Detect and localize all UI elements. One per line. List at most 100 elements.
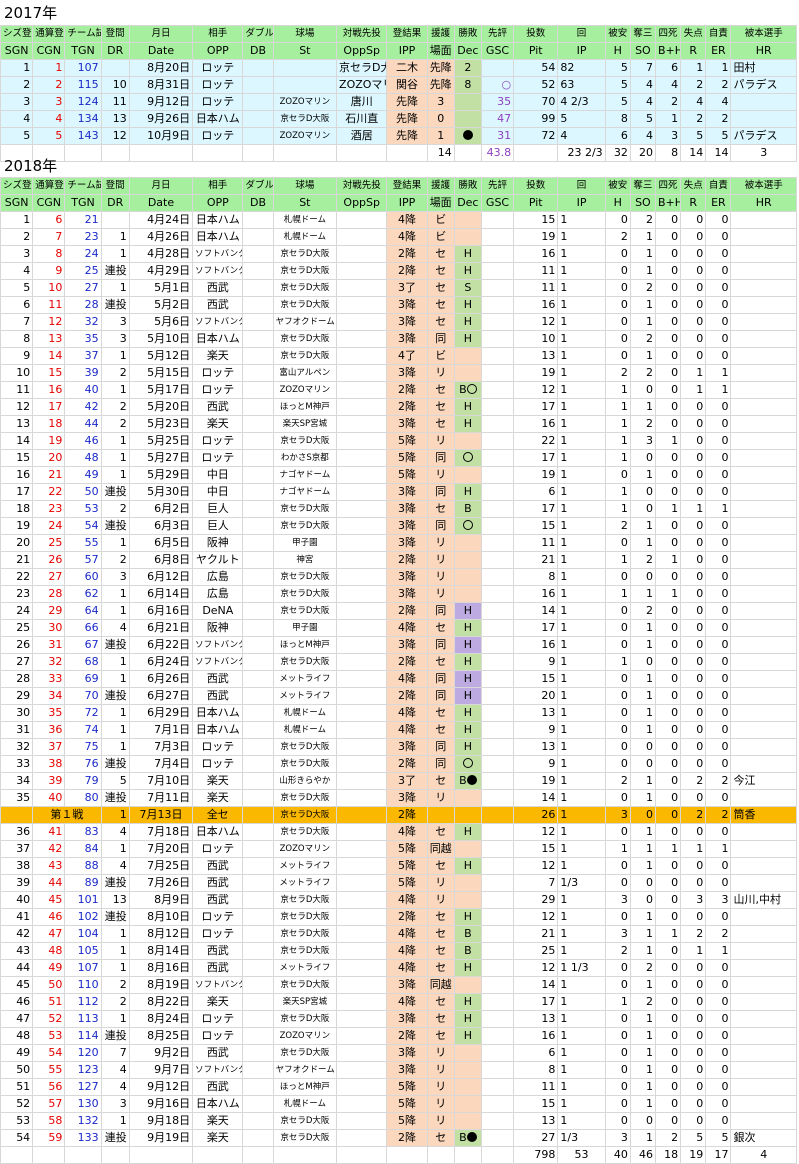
col-header-opp-sp: OppSp xyxy=(336,194,388,212)
cell-stadium: 京セラD大阪 xyxy=(272,806,338,824)
cell-gsc xyxy=(480,704,515,722)
cell-situation: 同 xyxy=(426,670,455,688)
cell-decision: H xyxy=(453,602,482,620)
cell-stadium: ほっとM神戸 xyxy=(272,398,338,416)
cell-db xyxy=(242,517,274,535)
cell-cgn: 21 xyxy=(32,466,66,484)
cell-situation: ビ xyxy=(426,228,455,246)
game-row: 18 23 53 2 6月2日 巨人 京セラD大阪 3降セ B 17 1 1 0 1 1 1 xyxy=(0,500,797,518)
cell-earned-runs: 2 xyxy=(705,76,732,94)
section-title-2018: 2018年 xyxy=(4,157,58,175)
cell-gsc xyxy=(480,364,515,382)
cell-dr: 12 xyxy=(100,127,130,145)
col-header-jp-runs: 失点 xyxy=(680,177,707,195)
col-header-pitches: Pit xyxy=(513,42,559,60)
cell-decision xyxy=(453,1061,482,1079)
cell-gsc xyxy=(480,1129,515,1147)
cell-gsc xyxy=(480,1078,515,1096)
cell-opp: 日本ハム xyxy=(192,721,244,739)
cell-situation: セ xyxy=(426,925,455,943)
cell-strikeouts: 1 xyxy=(629,721,656,739)
cell-pitches: 17 xyxy=(513,619,559,637)
col-header-jp-earned-runs: 自責 xyxy=(705,25,732,43)
cell-runs: 5 xyxy=(680,127,707,145)
cell-date: 8月22日 xyxy=(128,993,194,1011)
cell-earned-runs: 0 xyxy=(705,262,732,280)
cell-opp: 西武 xyxy=(192,296,244,314)
cell-hits: 1 xyxy=(604,432,631,450)
cell-tgn: 101 xyxy=(64,891,102,909)
cell-tgn: 132 xyxy=(64,1112,102,1130)
cell-cgn: 44 xyxy=(32,874,66,892)
cell-ipp: 2降 xyxy=(386,755,428,773)
total-walks: 18 xyxy=(654,1146,682,1164)
cell-db xyxy=(242,908,274,926)
col-header-decision: Dec xyxy=(453,194,482,212)
cell-ipp: 5降 xyxy=(386,432,428,450)
empty-cell xyxy=(64,144,102,162)
cell-date: 5月30日 xyxy=(128,483,194,501)
cell-pitches: 27 xyxy=(513,1129,559,1147)
cell-walks: 0 xyxy=(654,653,682,671)
cell-cgn: 40 xyxy=(32,789,66,807)
game-row: 5 5 143 12 10月9日 ロッテ ZOZOマリン 酒居 先降 1 31 72 4 6 4 3 5 5 パラデ… xyxy=(0,127,797,145)
cell-gsc xyxy=(480,806,515,824)
cell-earned-runs: 0 xyxy=(705,1044,732,1062)
cell-decision xyxy=(453,551,482,569)
cell-decision xyxy=(453,127,482,145)
game-row: 47 52 113 1 8月24日 ロッテ 京セラD大阪 3降セ H 13 1 0 1 0 0 0 xyxy=(0,1010,797,1028)
cell-earned-runs: 2 xyxy=(705,772,732,790)
col-header-jp-pitches: 投数 xyxy=(513,25,559,43)
cell-date: 8月24日 xyxy=(128,1010,194,1028)
cell-date: 9月19日 xyxy=(128,1129,194,1147)
cell-strikeouts: 2 xyxy=(629,364,656,382)
cell-opp: ソフトバンク xyxy=(192,1061,244,1079)
cell-strikeouts: 2 xyxy=(629,993,656,1011)
cell-strikeouts: 0 xyxy=(629,500,656,518)
cell-cgn: 39 xyxy=(32,772,66,790)
cell-dr: 1 xyxy=(100,704,130,722)
col-header-jp-innings: 回 xyxy=(557,177,606,195)
cell-strikeouts: 1 xyxy=(629,245,656,263)
cell-stadium: ほっとM神戸 xyxy=(272,1078,338,1096)
cell-ipp: 3降 xyxy=(386,534,428,552)
cell-innings: 1 xyxy=(557,466,606,484)
cell-innings: 1 xyxy=(557,993,606,1011)
cell-runs: 0 xyxy=(680,585,707,603)
cell-walks: 0 xyxy=(654,670,682,688)
cell-runs: 0 xyxy=(680,449,707,467)
cell-hr-batter xyxy=(730,1044,797,1062)
cell-hits: 3 xyxy=(604,1129,631,1147)
cell-opp-sp xyxy=(336,330,388,348)
cell-innings: 1 xyxy=(557,891,606,909)
cell-earned-runs: 0 xyxy=(705,619,732,637)
cell-earned-runs: 0 xyxy=(705,636,732,654)
empty-cell xyxy=(386,1146,428,1164)
cell-runs: 0 xyxy=(680,619,707,637)
cell-hr-batter xyxy=(730,704,797,722)
cell-dr: 1 xyxy=(100,466,130,484)
cell-stadium: ZOZOマリン xyxy=(272,381,338,399)
cell-innings: 1 xyxy=(557,262,606,280)
cell-walks: 0 xyxy=(654,245,682,263)
cell-db xyxy=(242,993,274,1011)
cell-stadium: メットライフ xyxy=(272,687,338,705)
col-header-opp-sp: OppSp xyxy=(336,42,388,60)
cell-strikeouts: 2 xyxy=(629,959,656,977)
cell-hr-batter: 田村 xyxy=(730,59,797,77)
cell-opp-sp xyxy=(336,823,388,841)
cell-opp: ヤクルト xyxy=(192,551,244,569)
cell-cgn: 35 xyxy=(32,704,66,722)
cell-ipp: 3降 xyxy=(386,364,428,382)
cell-hr-batter xyxy=(730,721,797,739)
cell-cgn: 43 xyxy=(32,857,66,875)
cell-dr: 1 xyxy=(100,806,130,824)
cell-stadium: 京セラD大阪 xyxy=(272,942,338,960)
cell-earned-runs: 0 xyxy=(705,653,732,671)
cell-tgn: 57 xyxy=(64,551,102,569)
cell-strikeouts: 0 xyxy=(629,653,656,671)
cell-cgn: 31 xyxy=(32,636,66,654)
cell-runs: 1 xyxy=(680,59,707,77)
col-header-jp-gsc: 先評 xyxy=(480,177,515,195)
cell-hits: 0 xyxy=(604,721,631,739)
